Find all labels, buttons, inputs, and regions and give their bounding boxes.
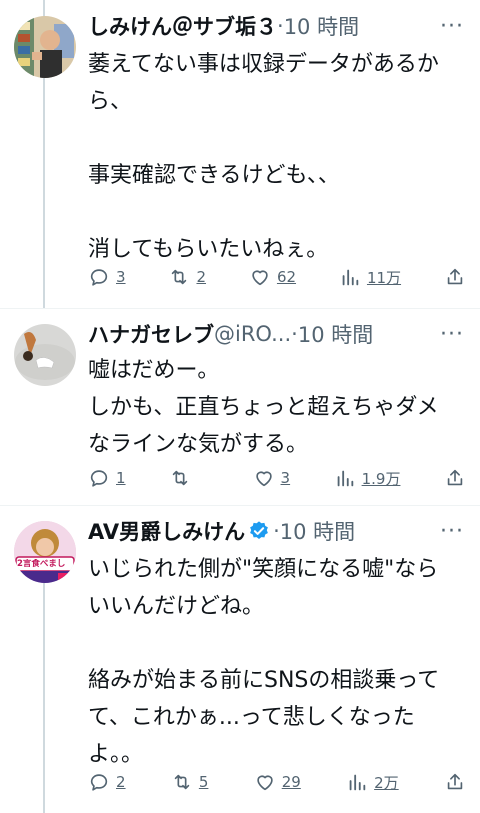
reply-button[interactable]: 2 [88,771,126,793]
views-icon [337,470,353,487]
display-name[interactable]: AV男爵しみけん [88,516,245,546]
views-button[interactable]: 11万 [339,266,401,288]
avatar[interactable] [14,324,76,386]
tweet-text: いじられた側が"笑顔になる嘘"ならいいんだけどね。 絡みが始まる前にSNSの相談… [88,557,440,767]
heart-icon [257,775,273,791]
more-icon[interactable]: ··· [440,14,464,39]
separator: · [291,322,298,346]
display-name[interactable]: ハナガセレブ [88,319,214,349]
heart-icon [255,471,272,487]
verified-badge-icon [250,521,268,539]
separator: · [273,519,280,543]
handle[interactable]: @iRO... [214,322,291,346]
thread-line [43,583,45,813]
timestamp[interactable]: 10 時間 [284,11,359,41]
share-icon [447,469,463,486]
tweet-text: 萎えてない事は収録データがあるから、 事実確認できるけども、、 消してもらいたい… [88,52,439,262]
separator: · [277,14,284,38]
tweet-3[interactable]: 2言食べまし AV男爵しみけん · 10 時間 ··· いじられた側が"笑顔にな… [0,505,480,813]
views-button[interactable]: 2万 [346,771,399,793]
more-icon[interactable]: ··· [440,519,464,544]
share-icon [447,773,463,790]
views-icon [349,774,366,791]
tweet-text: 嘘はだめー。 しかも、正直ちょっと超えちゃダメなラインな気がする。 [88,358,439,457]
action-bar: 3 2 62 11万 [88,262,466,292]
like-count: 3 [280,469,291,487]
like-button[interactable]: 62 [249,266,296,288]
tweet-header: ハナガセレブ @iRO... · 10 時間 [88,318,432,350]
share-button[interactable] [444,771,466,793]
retweet-button[interactable]: 5 [171,771,209,793]
tweet-header: AV男爵しみけん · 10 時間 [88,515,432,547]
more-icon[interactable]: ··· [440,322,464,347]
share-button[interactable] [444,467,466,489]
retweet-icon [174,774,190,790]
tweet-header: しみけん＠サブ垢３ · 10 時間 [88,10,432,42]
views-button[interactable]: 1.9万 [334,467,401,489]
avatar-caption: 2言食べまし [17,559,66,569]
reply-count: 2 [116,773,126,791]
like-count: 62 [276,268,297,286]
retweet-count: 2 [196,268,207,286]
timestamp[interactable]: 10 時間 [280,516,355,546]
retweet-count: 5 [198,773,209,791]
tweet-1[interactable]: しみけん＠サブ垢３ · 10 時間 ··· 萎えてない事は収録データがあるから、… [0,0,480,307]
like-count: 29 [281,773,301,791]
retweet-button[interactable]: 2 [168,266,206,288]
reply-button[interactable]: 1 [88,467,126,489]
reply-icon [90,269,108,286]
timestamp[interactable]: 10 時間 [298,319,373,349]
reply-icon [90,774,108,791]
thread-line [43,78,45,308]
tweet-2[interactable]: ハナガセレブ @iRO... · 10 時間 ··· 嘘はだめー。 しかも、正直… [0,308,480,505]
heart-icon [252,270,268,286]
retweet-icon [172,269,187,285]
like-button[interactable]: 3 [253,467,291,489]
views-count: 2万 [374,773,399,792]
share-icon [447,268,463,285]
like-button[interactable]: 29 [254,771,301,793]
reply-icon [90,470,108,487]
action-bar: 2 5 29 2万 [88,767,466,797]
views-count: 11万 [366,268,402,287]
avatar[interactable] [14,16,76,78]
retweet-button[interactable] [169,467,209,489]
share-button[interactable] [444,266,466,288]
views-count: 1.9万 [361,469,401,488]
views-icon [342,269,359,286]
action-bar: 1 3 1.9万 [88,463,466,493]
avatar[interactable]: 2言食べまし [14,521,76,583]
reply-count: 3 [116,268,126,286]
reply-count: 1 [116,469,126,487]
display-name[interactable]: しみけん＠サブ垢３ [88,11,277,41]
reply-button[interactable]: 3 [88,266,126,288]
retweet-icon [172,470,188,486]
